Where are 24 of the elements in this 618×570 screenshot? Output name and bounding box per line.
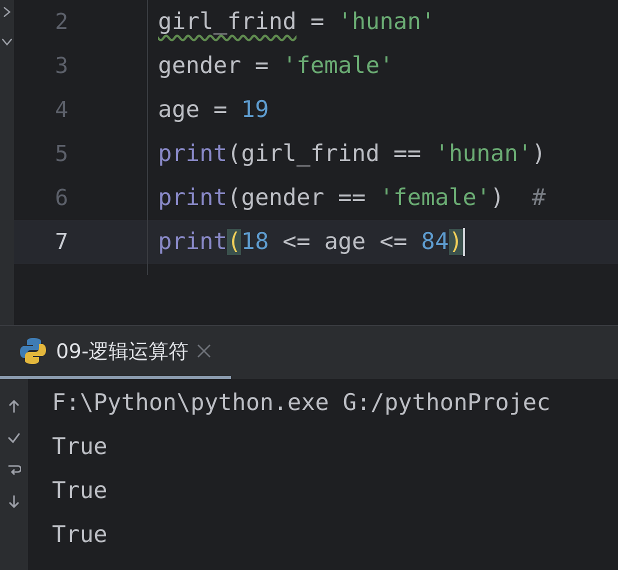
python-logo-icon	[18, 336, 48, 366]
line-number: 7	[55, 230, 68, 254]
chevron-down-icon[interactable]	[1, 36, 13, 48]
console-output-line: True	[52, 477, 108, 506]
chevron-right-icon[interactable]	[1, 6, 13, 18]
line-number: 6	[55, 186, 68, 210]
console-output-line: F:\Python\python.exe G:/pythonProjec	[52, 389, 550, 418]
arrow-down-icon[interactable]	[7, 495, 21, 509]
arrow-up-icon[interactable]	[7, 399, 21, 413]
wrap-icon[interactable]	[7, 463, 21, 477]
console-output-line: True	[52, 521, 108, 550]
check-icon[interactable]	[7, 431, 21, 445]
code-line: girl_frind = 'hunan'	[158, 9, 435, 35]
code-line: print(18 <= age <= 84)	[158, 229, 463, 255]
line-number: 2	[55, 10, 68, 34]
code-line: age = 19	[158, 97, 269, 123]
code-line: gender = 'female'	[158, 53, 394, 79]
console-output-line: True	[52, 433, 108, 462]
line-number: 3	[55, 54, 68, 78]
line-number: 5	[55, 142, 68, 166]
close-icon[interactable]	[196, 344, 211, 358]
code-line: print(gender == 'female') #	[158, 185, 546, 211]
code-line: print(girl_frind == 'hunan')	[158, 141, 546, 167]
line-number: 4	[55, 98, 68, 122]
